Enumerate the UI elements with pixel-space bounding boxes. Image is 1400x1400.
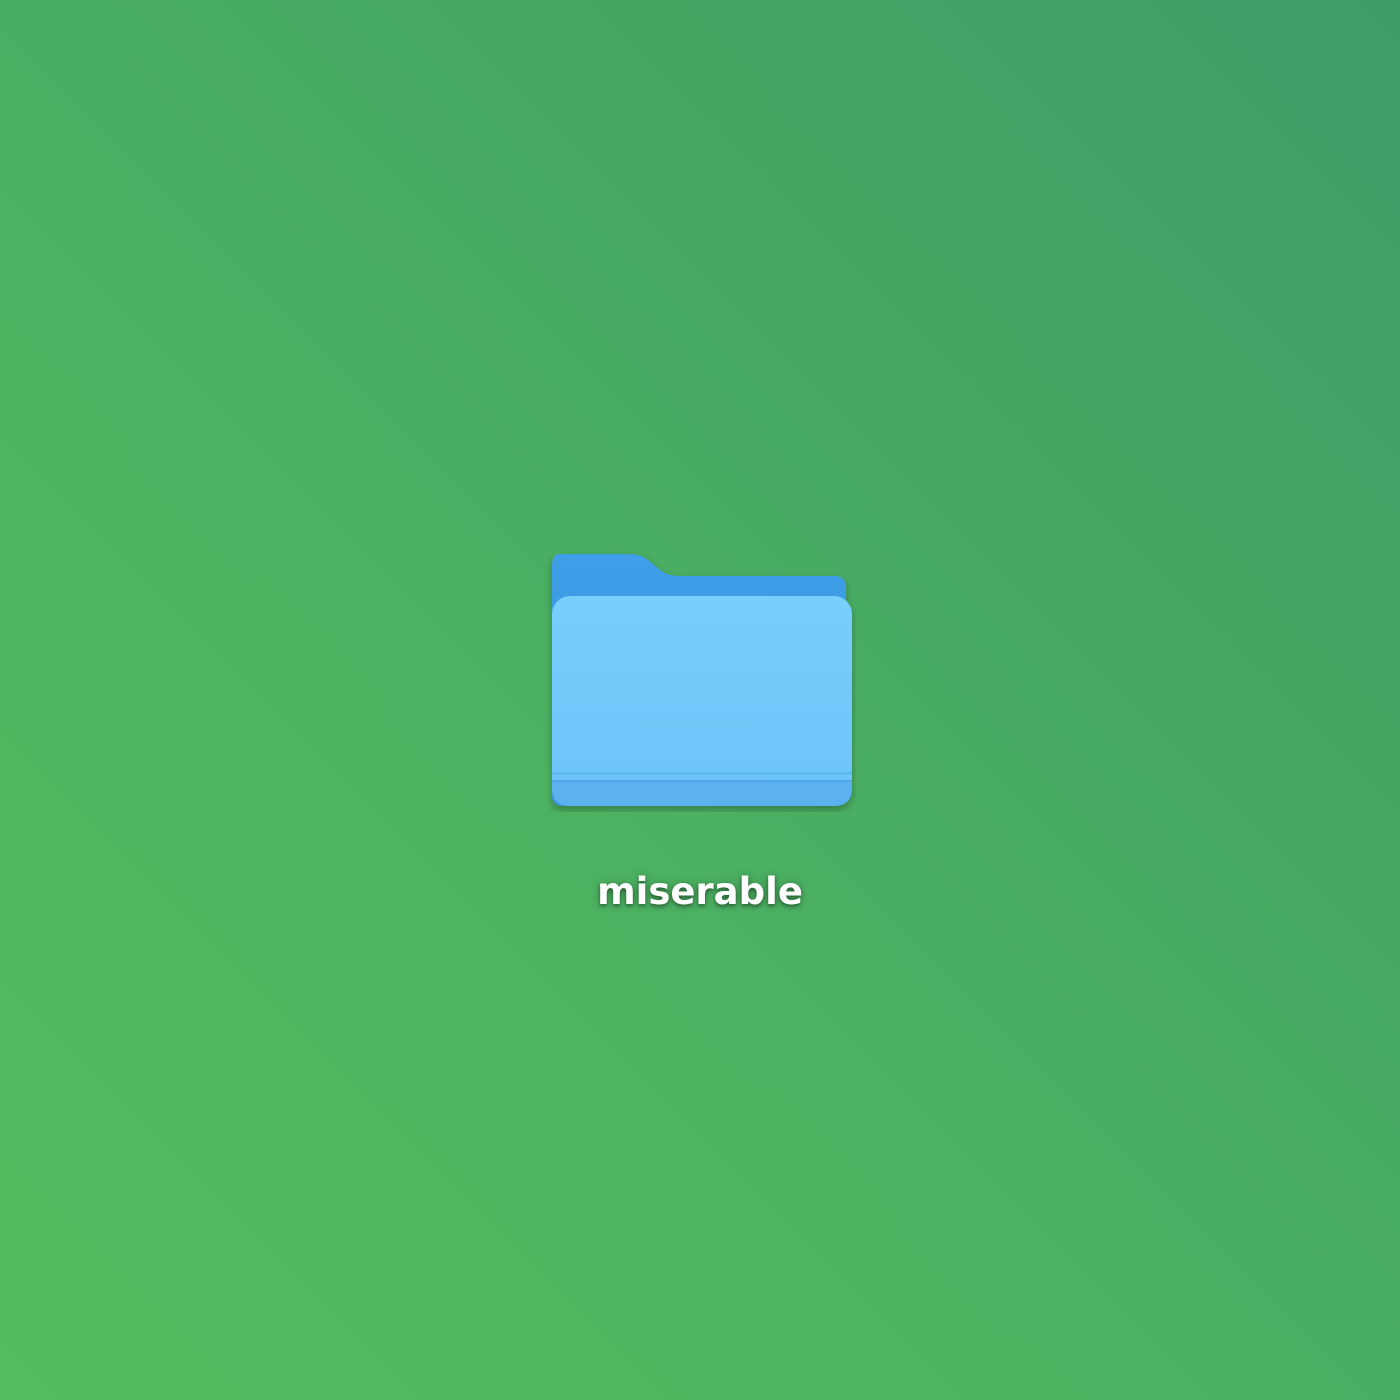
folder-icon[interactable] <box>546 550 856 812</box>
desktop[interactable]: miserable <box>0 0 1400 1400</box>
folder-item-miserable[interactable]: miserable <box>540 540 860 930</box>
folder-label[interactable]: miserable <box>540 870 860 913</box>
